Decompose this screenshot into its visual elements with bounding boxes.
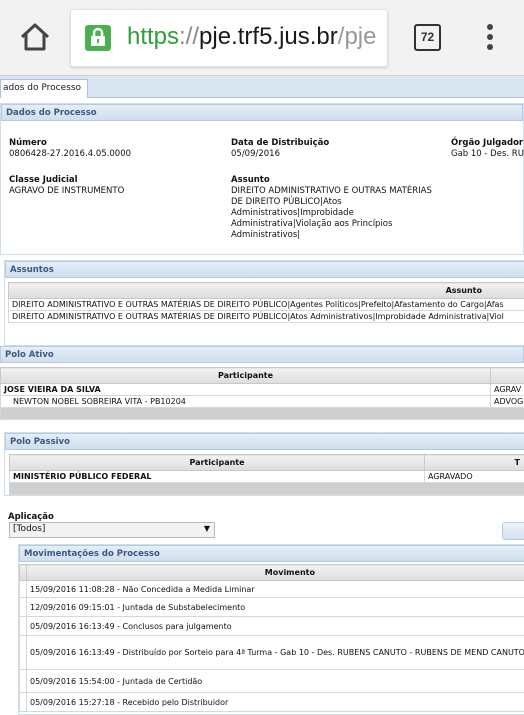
tab-count-button[interactable]: 72 [414, 24, 441, 51]
polo-passivo-header: Polo Passivo [5, 433, 524, 450]
polo-ativo-panel: Polo Ativo Participante JOSE VIEIRA DA S… [0, 346, 524, 426]
movimentacoes-header: Movimentações do Processo [19, 545, 524, 562]
participante-column-header: Participante [9, 454, 425, 471]
aplicacao-select[interactable]: [Todos] ▼ [9, 522, 215, 538]
url-separator: :// [179, 23, 200, 50]
participante-type: ADVOG [490, 395, 524, 408]
orgao-julgador-label: Órgão Julgador [451, 138, 524, 148]
numero-label: Número [9, 138, 47, 148]
url-path: /pjе [337, 23, 377, 50]
movimento-column-header: Movimento [26, 564, 524, 581]
table-footer [9, 482, 524, 495]
address-bar[interactable]: https://pje.trf5.jus.br/pjе [70, 9, 388, 67]
table-row: 15/09/2016 11:08:28 - Não Concedida a Me… [26, 580, 524, 598]
assunto-label: Assunto [231, 175, 270, 185]
assuntos-panel: Assuntos Assunto DIREITO ADMINISTRATIVO … [4, 260, 524, 346]
tipo-column-header: T [424, 454, 524, 471]
participante-column-header: Participante [0, 367, 491, 384]
empty-column-header [19, 564, 27, 581]
table-row: 05/09/2016 16:13:49 - Conclusos para jul… [26, 616, 524, 636]
tab-bar: ados do Processo [0, 76, 524, 98]
table-row: 05/09/2016 15:54:00 - Juntada de Certidã… [26, 669, 524, 693]
assunto-value: DIREITO ADMINISTRATIVO E OUTRAS MATÉRIAS… [231, 186, 432, 240]
participante-type: AGRAV [490, 383, 524, 396]
lock-icon [85, 25, 111, 51]
movimentacoes-panel: Movimentações do Processo Movimento 15/0… [18, 544, 524, 715]
orgao-julgador-value: Gab 10 - Des. RUB [451, 149, 524, 159]
page-content: ados do Processo Dados do Processo Númer… [0, 76, 524, 715]
polo-ativo-header: Polo Ativo [0, 346, 524, 363]
participante-name: NEWTON NOBEL SOBREIRA VITA - PB10204 [0, 395, 491, 408]
participante-name: MINISTÉRIO PÚBLICO FEDERAL [9, 470, 425, 483]
polo-ativo-table: Participante JOSE VIEIRA DA SILVA AGRAV … [0, 367, 524, 420]
aplicacao-selected-value: [Todos] [13, 524, 46, 534]
numero-value: 0806428-27.2016.4.05.0000 [9, 149, 132, 159]
browser-toolbar: https://pje.trf5.jus.br/pjе 72 [0, 0, 524, 76]
table-row: DIREITO ADMINISTRATIVO E OUTRAS MATÉRIAS… [8, 310, 524, 323]
url-text: https://pje.trf5.jus.br/pjе [127, 23, 376, 51]
tipo-column-header [490, 367, 524, 384]
assuntos-header: Assuntos [5, 261, 524, 278]
table-row: 05/09/2016 16:13:49 - Distribuído por So… [26, 635, 524, 670]
participante-name: JOSE VIEIRA DA SILVA [0, 383, 491, 396]
dropdown-arrow-icon: ▼ [203, 524, 210, 533]
tab-dados-processo[interactable]: ados do Processo [0, 79, 89, 98]
table-row: 12/09/2016 09:15:01 - Juntada de Substab… [26, 597, 524, 617]
table-row: 05/09/2016 15:27:18 - Recebido pelo Dist… [26, 692, 524, 712]
aplicacao-label: Aplicação [8, 512, 54, 522]
filter-button[interactable] [502, 522, 524, 540]
table-row: DIREITO ADMINISTRATIVO E OUTRAS MATÉRIAS… [8, 298, 524, 311]
assuntos-table: Assunto DIREITO ADMINISTRATIVO E OUTRAS … [8, 282, 524, 323]
dados-processo-panel: Dados do Processo Número 0806428-27.2016… [0, 103, 524, 255]
assunto-column-header: Assunto [8, 282, 524, 299]
dados-processo-header: Dados do Processo [1, 104, 523, 121]
movimentacoes-table: Movimento 15/09/2016 11:08:28 - Não Conc… [19, 564, 524, 712]
url-host: pje.trf5.jus.br [199, 23, 338, 50]
table-footer [0, 407, 524, 420]
data-distribuicao-label: Data de Distribuição [231, 138, 330, 148]
participante-type: AGRAVADO [424, 470, 524, 483]
polo-passivo-table: Participante T MINISTÉRIO PÚBLICO FEDERA… [9, 454, 524, 495]
classe-judicial-label: Classe Judicial [9, 175, 78, 185]
classe-judicial-value: AGRAVO DE INSTRUMENTO [9, 186, 125, 196]
url-scheme: https [127, 23, 180, 50]
home-icon[interactable] [18, 20, 52, 54]
data-distribuicao-value: 05/09/2016 [231, 149, 280, 159]
polo-passivo-panel: Polo Passivo Participante T MINISTÉRIO P… [4, 432, 524, 496]
more-menu-icon[interactable] [480, 22, 500, 54]
